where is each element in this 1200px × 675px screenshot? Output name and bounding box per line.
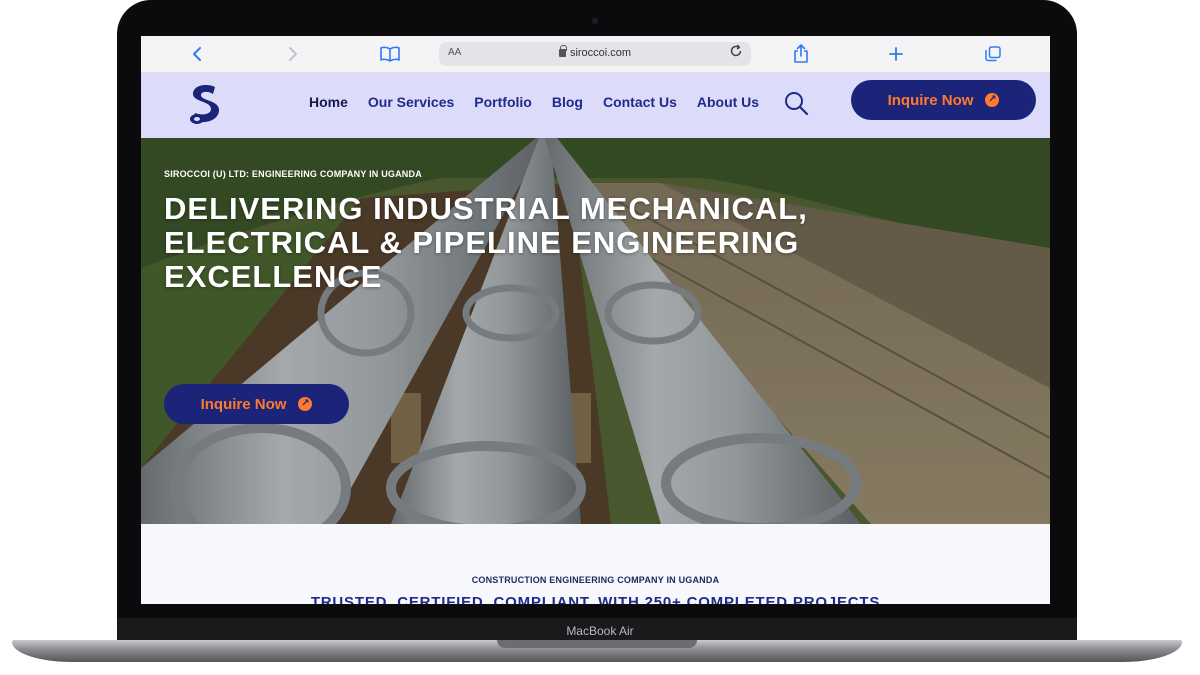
hero-inquire-now-label: Inquire Now <box>200 395 287 413</box>
hero-title: DELIVERING INDUSTRIAL MECHANICAL, ELECTR… <box>164 191 808 294</box>
hero-banner: SIROCCOI (U) LTD: ENGINEERING COMPANY IN… <box>141 138 1050 524</box>
nav-about-us[interactable]: About Us <box>697 94 759 110</box>
arrow-up-right-icon: ↗ <box>298 397 313 411</box>
nav-portfolio[interactable]: Portfolio <box>474 94 532 110</box>
hero-inquire-now-button[interactable]: Inquire Now ↗ <box>164 384 349 424</box>
section-title: TRUSTED, CERTIFIED, COMPLIANT, WITH 250+… <box>310 594 881 604</box>
search-icon[interactable] <box>783 90 809 116</box>
main-navigation: Home Our Services Portfolio Blog Contact… <box>309 94 759 110</box>
inquire-now-button[interactable]: Inquire Now ↗ <box>851 80 1036 120</box>
url-display: siroccoi.com <box>439 45 751 59</box>
nav-blog[interactable]: Blog <box>552 94 583 110</box>
share-icon[interactable] <box>792 42 810 66</box>
laptop-notch <box>497 640 697 648</box>
reload-icon[interactable] <box>729 44 743 61</box>
device-label: MacBook Air <box>566 624 634 638</box>
site-header: Home Our Services Portfolio Blog Contact… <box>141 73 1050 138</box>
address-bar[interactable]: AA siroccoi.com <box>439 42 751 66</box>
nav-contact-us[interactable]: Contact Us <box>603 94 677 110</box>
url-text: siroccoi.com <box>569 47 632 59</box>
arrow-up-right-icon: ↗ <box>985 93 1000 107</box>
site-logo[interactable] <box>185 83 223 127</box>
nav-home[interactable]: Home <box>309 94 348 110</box>
hero-kicker: SIROCCOI (U) LTD: ENGINEERING COMPANY IN… <box>164 169 422 179</box>
section-kicker: CONSTRUCTION ENGINEERING COMPANY IN UGAN… <box>471 575 720 585</box>
browser-toolbar: AA siroccoi.com <box>141 36 1050 73</box>
new-tab-icon[interactable] <box>887 42 905 66</box>
lock-icon <box>558 45 567 57</box>
back-icon[interactable] <box>189 42 205 66</box>
webcam <box>592 18 598 24</box>
nav-our-services[interactable]: Our Services <box>368 94 454 110</box>
bookmarks-icon[interactable] <box>379 42 401 66</box>
laptop-mockup: AA siroccoi.com Home Our Services Portfo… <box>0 0 1200 675</box>
tabs-overview-icon[interactable] <box>984 42 1002 66</box>
browser-screen: AA siroccoi.com Home Our Services Portfo… <box>141 36 1050 604</box>
forward-icon[interactable] <box>285 42 301 66</box>
inquire-now-label: Inquire Now <box>887 91 974 109</box>
intro-section: CONSTRUCTION ENGINEERING COMPANY IN UGAN… <box>141 524 1050 604</box>
